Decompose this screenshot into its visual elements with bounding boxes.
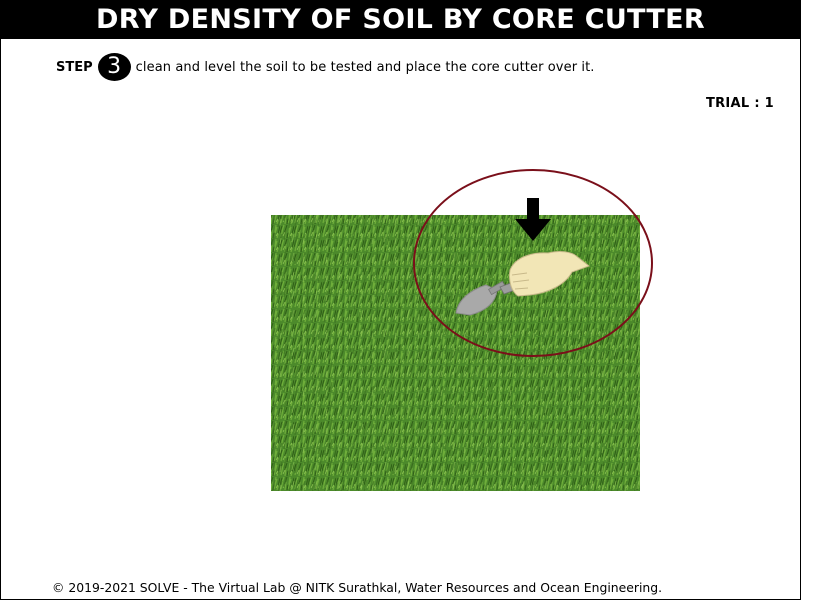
grass-image: [271, 215, 640, 491]
footer-copyright: © 2019-2021 SOLVE - The Virtual Lab @ NI…: [52, 580, 663, 595]
experiment-scene: [271, 169, 653, 491]
